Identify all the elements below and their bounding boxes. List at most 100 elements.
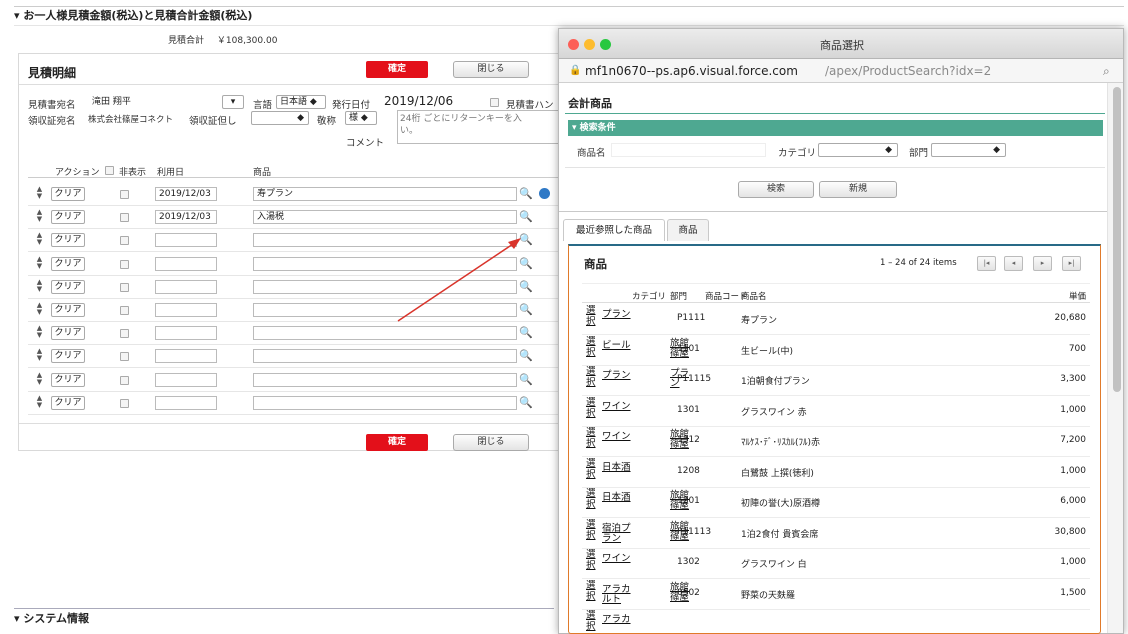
hidden-checkbox[interactable] bbox=[120, 213, 129, 223]
hidden-checkbox[interactable] bbox=[120, 352, 129, 362]
search-icon[interactable]: 🔍 bbox=[519, 326, 533, 340]
close-button-bottom[interactable]: 閉じる bbox=[453, 434, 529, 451]
hidden-checkbox[interactable] bbox=[120, 398, 129, 408]
clear-button[interactable]: クリア bbox=[51, 210, 85, 225]
product-field[interactable] bbox=[253, 326, 517, 341]
item-category[interactable]: ワイン bbox=[602, 401, 636, 412]
hidden-checkbox[interactable] bbox=[120, 259, 129, 269]
name-input[interactable] bbox=[611, 143, 766, 157]
date-field[interactable]: 2019/12/03 bbox=[155, 187, 217, 201]
tab-recent[interactable]: 最近参照した商品 bbox=[563, 219, 665, 241]
select-link[interactable]: 選択 bbox=[586, 580, 597, 602]
date-field[interactable] bbox=[155, 303, 217, 317]
reorder-icon[interactable]: ▲ ▼ bbox=[35, 278, 44, 293]
hidden-all-checkbox[interactable] bbox=[105, 166, 114, 175]
confirm-button-top[interactable]: 確定 bbox=[366, 61, 428, 78]
reorder-icon[interactable]: ▲ ▼ bbox=[35, 394, 44, 409]
reorder-icon[interactable]: ▲ ▼ bbox=[35, 348, 44, 362]
clear-button[interactable]: クリア bbox=[51, 326, 85, 341]
clear-button[interactable]: クリア bbox=[51, 279, 85, 294]
search-icon[interactable]: 🔍 bbox=[519, 373, 533, 387]
reorder-icon[interactable]: ▲ ▼ bbox=[35, 232, 44, 246]
confirm-button-bottom[interactable]: 確定 bbox=[366, 434, 428, 451]
clear-button[interactable]: クリア bbox=[51, 395, 85, 410]
hidden-checkbox[interactable] bbox=[120, 375, 129, 385]
next-page-button[interactable]: ▸ bbox=[1033, 256, 1052, 271]
scrollbar-thumb[interactable] bbox=[1113, 87, 1121, 392]
hidden-checkbox[interactable] bbox=[120, 190, 129, 199]
clear-button[interactable]: クリア bbox=[51, 372, 85, 387]
clear-button[interactable]: クリア bbox=[51, 233, 85, 248]
select-link[interactable]: 選択 bbox=[586, 366, 597, 388]
comment-textarea[interactable]: 24桁 ごとにリターンキーを入 い。 bbox=[397, 110, 559, 144]
item-category[interactable]: プラン bbox=[602, 371, 636, 381]
item-category[interactable]: 宿泊プラン bbox=[602, 523, 636, 544]
clear-button[interactable]: クリア bbox=[51, 303, 85, 317]
select-link[interactable]: 選択 bbox=[586, 336, 597, 358]
date-field[interactable] bbox=[155, 326, 217, 341]
honorific-select[interactable]: 様 ◆ bbox=[345, 111, 377, 125]
addressee-dropdown[interactable]: ▾ bbox=[222, 95, 244, 109]
date-field[interactable] bbox=[155, 256, 217, 271]
close-button-top[interactable]: 閉じる bbox=[453, 61, 529, 78]
date-field[interactable] bbox=[155, 233, 217, 248]
vertical-scrollbar[interactable] bbox=[1107, 83, 1123, 633]
issue-date-value[interactable]: 2019/12/06 bbox=[384, 94, 453, 108]
select-link[interactable]: 選択 bbox=[586, 519, 597, 541]
section-header-totals[interactable]: ▾ お一人様見積金額(税込)と見積合計金額(税込) bbox=[14, 7, 1124, 26]
clear-button[interactable]: クリア bbox=[51, 349, 85, 364]
product-field[interactable]: 入湯税 bbox=[253, 210, 517, 225]
select-link[interactable]: 選択 bbox=[586, 305, 597, 327]
category-select[interactable]: ◆ bbox=[818, 143, 898, 157]
receipt-note-select[interactable]: ◆ bbox=[251, 111, 309, 125]
language-select[interactable]: 日本語 ◆ bbox=[276, 95, 326, 109]
date-field[interactable]: 2019/12/03 bbox=[155, 210, 217, 225]
reorder-icon[interactable]: ▲ ▼ bbox=[35, 302, 44, 316]
product-field[interactable] bbox=[253, 395, 517, 410]
search-icon[interactable]: 🔍 bbox=[519, 210, 533, 224]
date-field[interactable] bbox=[155, 372, 217, 387]
receipt-value[interactable]: 株式会社篠屋コネクト bbox=[88, 113, 173, 125]
hidden-checkbox[interactable] bbox=[120, 236, 129, 246]
date-field[interactable] bbox=[155, 279, 217, 294]
addressee-field[interactable]: 滝田 翔平 bbox=[88, 95, 220, 109]
item-category[interactable]: アラカルト bbox=[602, 584, 636, 605]
reorder-icon[interactable]: ▲ ▼ bbox=[35, 255, 44, 270]
reorder-icon[interactable]: ▲ ▼ bbox=[35, 325, 44, 339]
date-field[interactable] bbox=[155, 349, 217, 364]
product-field[interactable] bbox=[253, 349, 517, 364]
select-link[interactable]: 選択 bbox=[586, 549, 597, 571]
product-field[interactable] bbox=[253, 372, 517, 387]
select-link[interactable]: 選択 bbox=[586, 458, 597, 480]
product-field[interactable]: 寿プラン bbox=[253, 187, 517, 201]
tab-products[interactable]: 商品 bbox=[667, 219, 709, 241]
dept-select[interactable]: ◆ bbox=[931, 143, 1006, 157]
new-button[interactable]: 新規 bbox=[819, 181, 897, 198]
item-category[interactable]: 日本酒 bbox=[602, 493, 636, 503]
criteria-header[interactable]: ▾ 検索条件 bbox=[568, 120, 1103, 136]
select-link[interactable]: 選択 bbox=[586, 397, 597, 419]
select-link[interactable]: 選択 bbox=[586, 610, 597, 632]
item-category[interactable]: アラカ bbox=[602, 615, 636, 625]
date-field[interactable] bbox=[155, 395, 217, 410]
search-button[interactable]: 検索 bbox=[738, 181, 814, 198]
info-icon[interactable] bbox=[539, 188, 550, 199]
item-category[interactable]: 日本酒 bbox=[602, 462, 636, 473]
hanko-checkbox[interactable] bbox=[490, 98, 499, 107]
reorder-icon[interactable]: ▲ ▼ bbox=[35, 209, 44, 223]
item-category[interactable]: ワイン bbox=[602, 554, 636, 564]
last-page-button[interactable]: ▸| bbox=[1062, 256, 1081, 271]
search-icon[interactable]: 🔍 bbox=[519, 396, 533, 410]
clear-button[interactable]: クリア bbox=[51, 187, 85, 201]
zoom-icon[interactable]: ⌕ bbox=[1103, 59, 1110, 83]
prev-page-button[interactable]: ◂ bbox=[1004, 256, 1023, 271]
item-category[interactable]: ビール bbox=[602, 340, 636, 351]
item-category[interactable]: ワイン bbox=[602, 432, 636, 442]
reorder-icon[interactable]: ▲ ▼ bbox=[35, 186, 44, 200]
select-link[interactable]: 選択 bbox=[586, 488, 597, 510]
search-icon[interactable]: 🔍 bbox=[519, 349, 533, 363]
first-page-button[interactable]: |◂ bbox=[977, 256, 996, 271]
hidden-checkbox[interactable] bbox=[120, 306, 129, 315]
hidden-checkbox[interactable] bbox=[120, 282, 129, 292]
reorder-icon[interactable]: ▲ ▼ bbox=[35, 371, 44, 386]
